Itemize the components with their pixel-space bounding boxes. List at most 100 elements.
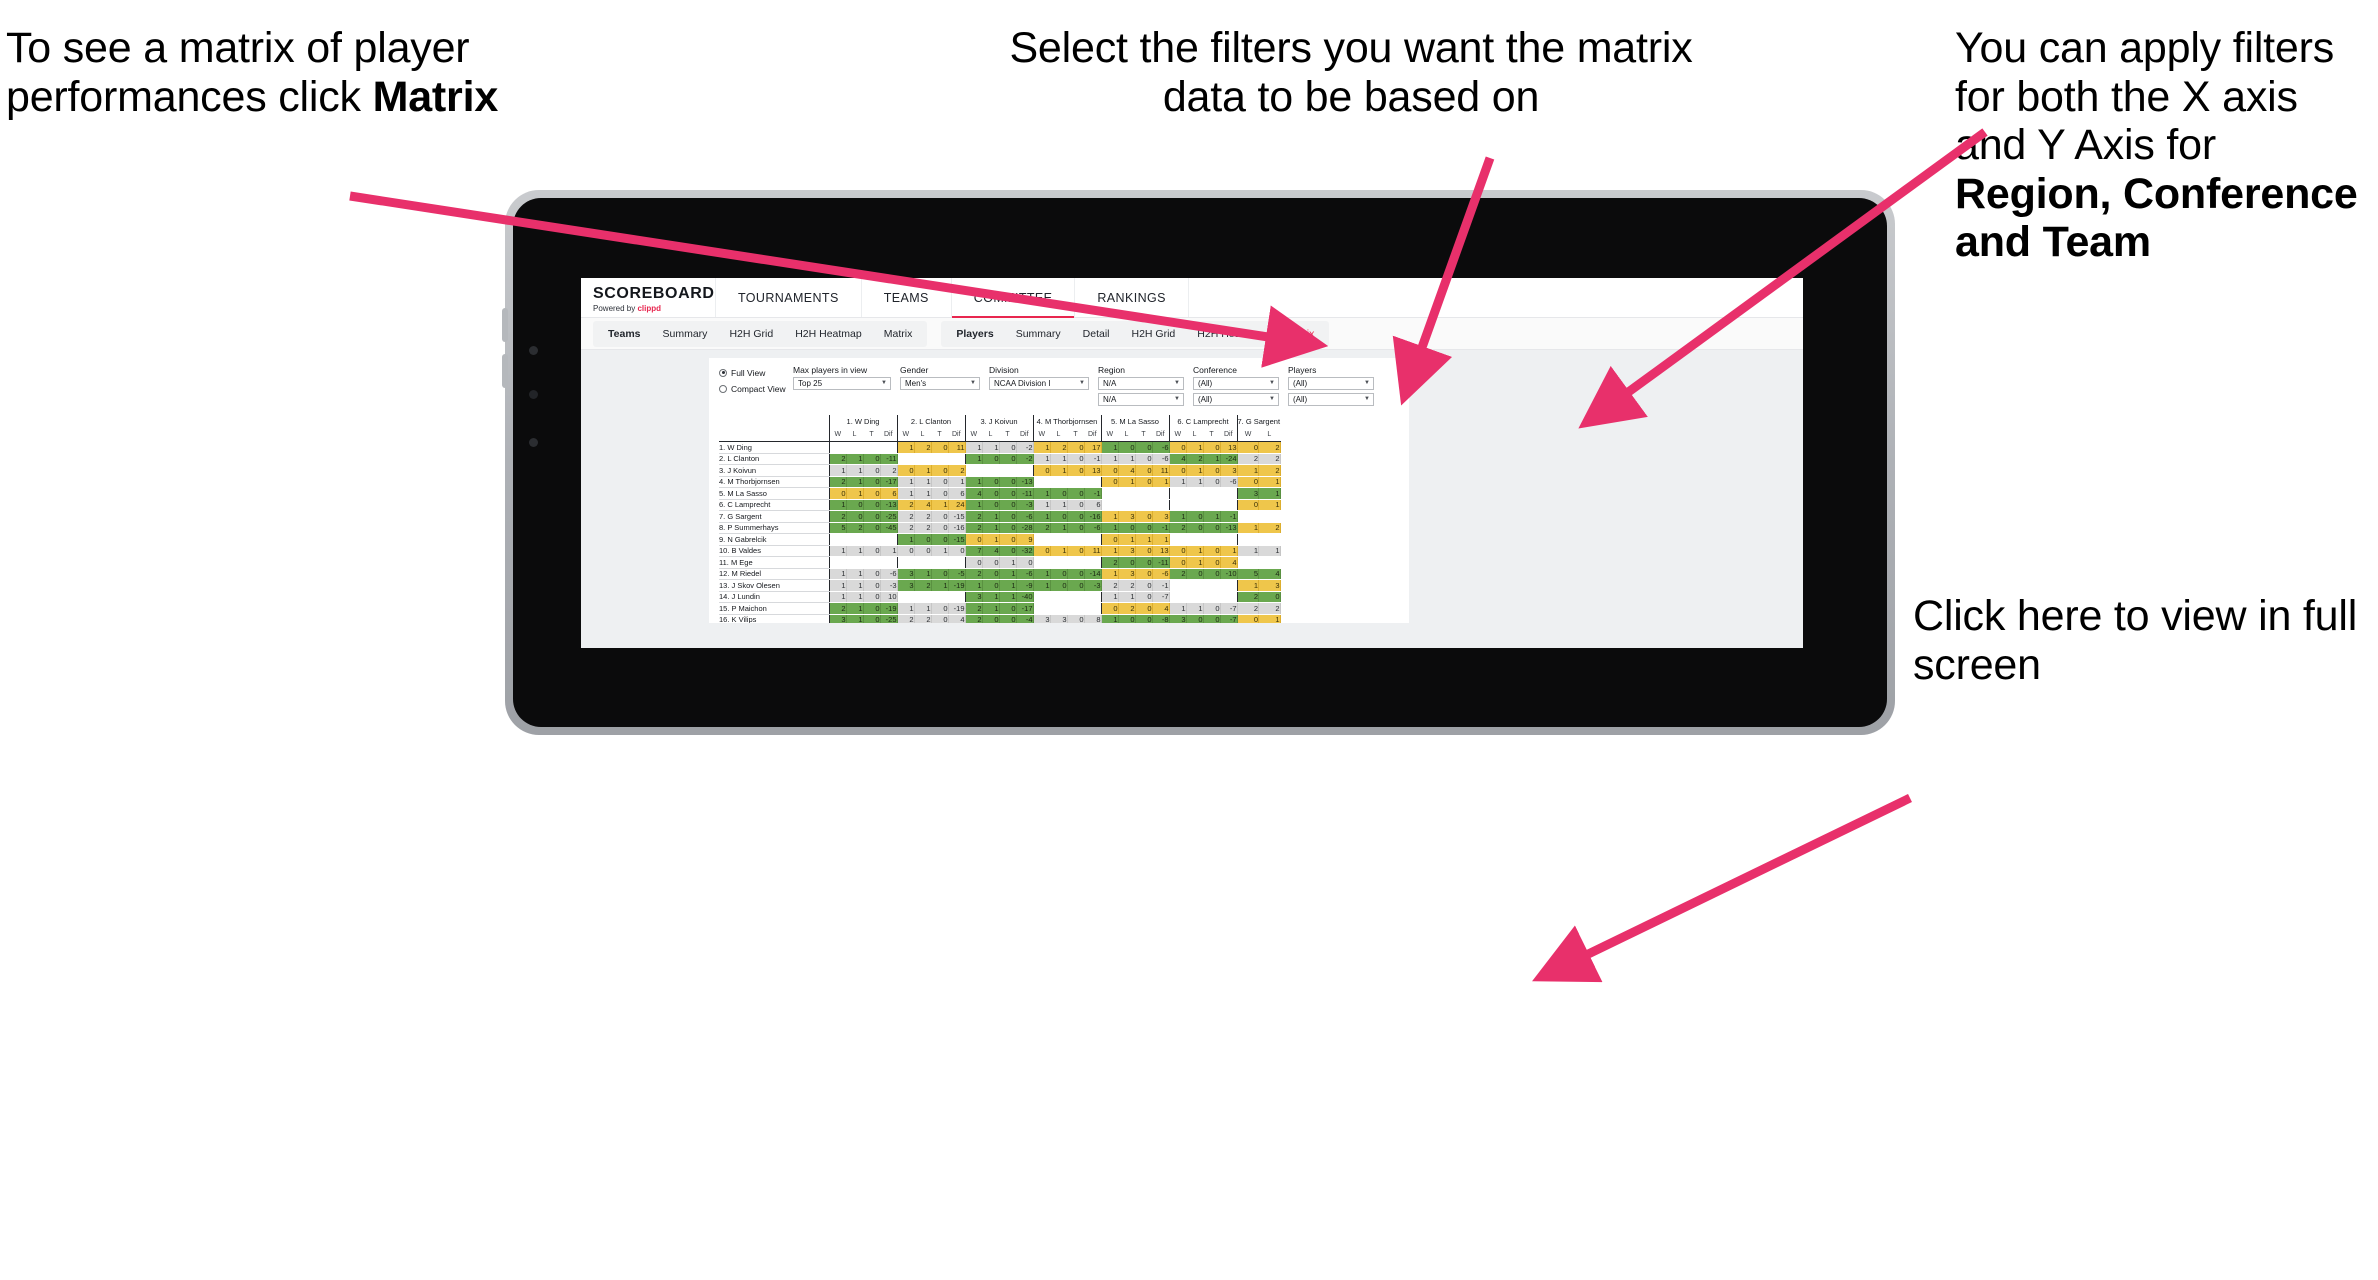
matrix-cell[interactable]: -4 [1016, 614, 1034, 623]
matrix-cell[interactable]: 2 [964, 522, 983, 534]
matrix-cell[interactable]: 4 [948, 614, 966, 623]
matrix-cell[interactable]: 2 [964, 568, 983, 580]
matrix-cell[interactable]: 1 [1050, 522, 1068, 534]
matrix-cell[interactable]: 0 [1203, 545, 1221, 557]
matrix-row-label[interactable]: 16. K Vilips [719, 614, 829, 623]
matrix-cell[interactable] [1168, 499, 1186, 511]
matrix-row-label[interactable]: 5. M La Sasso [719, 487, 829, 500]
matrix-cell[interactable] [1067, 591, 1084, 603]
matrix-cell[interactable]: -17 [880, 476, 898, 488]
matrix-cell[interactable]: 0 [999, 453, 1017, 465]
matrix-cell[interactable]: 1 [999, 556, 1017, 569]
matrix-cell[interactable]: 2 [828, 476, 847, 488]
matrix-cell[interactable]: -6 [1152, 568, 1170, 580]
matrix-cell[interactable]: 4 [1220, 556, 1238, 569]
topnav-teams[interactable]: TEAMS [862, 278, 952, 317]
matrix-cell[interactable]: 4 [964, 487, 983, 500]
matrix-cell[interactable]: 0 [1032, 545, 1051, 557]
matrix-cell[interactable]: 2 [1258, 441, 1281, 454]
matrix-cell[interactable] [1118, 487, 1135, 500]
matrix-cell[interactable]: -14 [1084, 568, 1102, 580]
matrix-cell[interactable] [1050, 591, 1067, 603]
matrix-cell[interactable]: 0 [1067, 487, 1085, 500]
matrix-cell[interactable]: 0 [1203, 522, 1221, 534]
matrix-cell[interactable]: 0 [1203, 614, 1221, 623]
matrix-cell[interactable]: 1 [1168, 602, 1187, 615]
matrix-cell[interactable]: 0 [1050, 579, 1068, 592]
matrix-cell[interactable] [1084, 476, 1101, 488]
matrix-cell[interactable]: 11 [1152, 464, 1170, 477]
matrix-cell[interactable]: 1 [1100, 441, 1119, 454]
matrix-cell[interactable]: -13 [1016, 476, 1034, 488]
matrix-cell[interactable]: -9 [1016, 579, 1034, 592]
matrix-cell[interactable]: 1 [982, 602, 1000, 615]
compact-view-radio-icon[interactable] [719, 384, 727, 393]
matrix-cell[interactable] [863, 441, 880, 454]
matrix-cell[interactable]: 1 [1032, 441, 1051, 454]
matrix-cell[interactable]: 2 [914, 522, 932, 534]
matrix-cell[interactable]: 0 [1168, 545, 1187, 557]
matrix-cell[interactable]: 2 [964, 602, 983, 615]
matrix-cell[interactable]: 3 [1152, 510, 1170, 523]
matrix-row[interactable]: 13. J Skov Olesen 1 1 0 -3 3 2 1 -19 1 0 1 -9 1 0 0 -3 2 2… [719, 579, 1281, 592]
matrix-cell[interactable]: 1 [896, 476, 915, 488]
matrix-cell[interactable]: 4 [1258, 568, 1281, 580]
matrix-cell[interactable] [1084, 602, 1101, 615]
matrix-cell[interactable]: -7 [1152, 591, 1170, 603]
matrix-cell[interactable] [828, 556, 846, 569]
matrix-cell[interactable]: 1 [846, 579, 864, 592]
matrix-cell[interactable]: 0 [1168, 556, 1187, 569]
matrix-cell[interactable]: 0 [863, 510, 881, 523]
matrix-cell[interactable] [896, 453, 914, 465]
matrix-cell[interactable]: 1 [964, 441, 983, 454]
matrix-cell[interactable]: 2 [1258, 602, 1281, 615]
matrix-cell[interactable]: 0 [1203, 568, 1221, 580]
matrix-cell[interactable]: 0 [1186, 568, 1204, 580]
matrix-cell[interactable]: 0 [846, 499, 864, 511]
matrix-cell[interactable]: -3 [1016, 499, 1034, 511]
matrix-cell[interactable]: -6 [1220, 476, 1238, 488]
matrix-cell[interactable]: 1 [999, 579, 1017, 592]
subnav-players-h2h-heatmap[interactable]: H2H Heatmap [1186, 321, 1275, 347]
matrix-cell[interactable]: 1 [1100, 591, 1119, 603]
matrix-cell[interactable]: 1 [1135, 533, 1153, 546]
matrix-cell[interactable] [999, 464, 1016, 477]
matrix-cell[interactable] [931, 591, 948, 603]
matrix-row[interactable]: 12. M Riedel 1 1 0 -6 3 1 0 -5 2 0 1 -6 1 0 0 -14 1 3 0 -6 2 0… [719, 568, 1281, 580]
matrix-cell[interactable]: 1 [964, 499, 983, 511]
matrix-cell[interactable]: 1 [1258, 614, 1281, 623]
matrix-cell[interactable] [1032, 602, 1050, 615]
matrix-row[interactable]: 11. M Ege 0 0 1 0 2 0 0 -11 0 1 0 4 [719, 556, 1281, 569]
matrix-cell[interactable] [1032, 476, 1050, 488]
subnav-teams-h2h-grid[interactable]: H2H Grid [718, 321, 784, 347]
matrix-cell[interactable] [1258, 556, 1281, 569]
matrix-cell[interactable]: 0 [999, 487, 1017, 500]
matrix-cell[interactable]: 0 [1067, 510, 1085, 523]
matrix-cell[interactable]: 0 [896, 464, 915, 477]
matrix-cell[interactable]: 1 [846, 602, 864, 615]
matrix-cell[interactable] [863, 533, 880, 546]
matrix-cell[interactable]: -6 [1152, 453, 1170, 465]
matrix-cell[interactable]: -8 [1152, 614, 1170, 623]
matrix-cell[interactable] [1050, 476, 1067, 488]
matrix-cell[interactable]: 0 [1135, 545, 1153, 557]
matrix-cell[interactable] [1236, 510, 1259, 523]
matrix-cell[interactable]: 0 [1186, 510, 1204, 523]
matrix-cell[interactable]: 1 [1236, 579, 1260, 592]
matrix-cell[interactable] [1032, 556, 1050, 569]
matrix-cell[interactable]: 0 [1168, 464, 1187, 477]
matrix-cell[interactable]: 0 [1203, 556, 1221, 569]
matrix-cell[interactable]: 2 [1258, 453, 1281, 465]
matrix-cell[interactable]: 2 [828, 602, 847, 615]
matrix-cell[interactable]: 0 [1067, 579, 1085, 592]
matrix-cell[interactable]: 0 [1050, 568, 1068, 580]
matrix-cell[interactable]: 0 [863, 591, 881, 603]
matrix-cell[interactable]: 0 [1050, 510, 1068, 523]
matrix-cell[interactable]: 1 [1050, 499, 1068, 511]
subnav-players-h2h-grid[interactable]: H2H Grid [1121, 321, 1187, 347]
matrix-cell[interactable] [846, 441, 863, 454]
matrix-row-label[interactable]: 9. N Gabrelcik [719, 533, 829, 546]
matrix-cell[interactable]: 13 [1152, 545, 1170, 557]
matrix-cell[interactable]: 0 [982, 476, 1000, 488]
matrix-cell[interactable]: -1 [1084, 487, 1102, 500]
